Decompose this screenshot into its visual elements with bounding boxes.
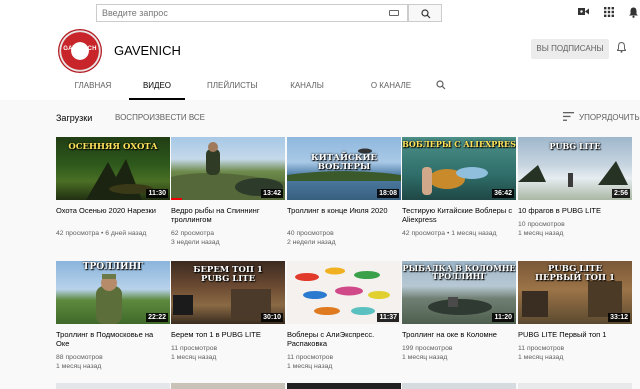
video-title[interactable]: Троллинг в конце Июля 2020	[287, 206, 399, 215]
search-icon	[421, 9, 431, 19]
search-button[interactable]	[408, 4, 442, 22]
video-meta: 62 просмотра	[171, 230, 215, 237]
video-duration: 36:42	[492, 189, 514, 198]
subscribed-button[interactable]: ВЫ ПОДПИСАНЫ	[531, 39, 609, 59]
top-bar	[0, 0, 640, 27]
tab-about[interactable]: О КАНАЛЕ	[366, 77, 416, 100]
search-box	[96, 4, 409, 22]
tab-playlists[interactable]: ПЛЕЙЛИСТЫ	[207, 77, 258, 100]
thumbnail-title-text: PUBG LITE ПЕРВЫЙ ТОП 1	[535, 264, 615, 283]
video-thumbnail[interactable]: 11:37	[287, 261, 401, 324]
apps-grid-icon[interactable]	[604, 7, 614, 17]
video-meta-date: 1 месяц назад	[56, 363, 102, 370]
video-title[interactable]: Охота Осенью 2020 Нарезки	[56, 206, 168, 215]
video-meta-date: 1 месяц назад	[518, 230, 564, 237]
video-meta: 10 просмотров	[518, 221, 565, 228]
video-thumbnail[interactable]: PUBG LITE ПЕРВЫЙ ТОП 1 33:12	[518, 261, 632, 324]
video-meta: 42 просмотра • 1 месяц назад	[402, 230, 497, 237]
video-thumbnail[interactable]: ТРОЛЛИНГ 22:22	[56, 261, 170, 324]
channel-name: GAVENICH	[114, 43, 181, 58]
video-duration: 11:37	[377, 313, 399, 322]
video-title[interactable]: Ведро рыбы на Спиннинг троллингом	[171, 206, 283, 224]
video-title[interactable]: Троллинг в Подмосковье на Оке	[56, 330, 168, 348]
video-meta-date: 1 месяц назад	[402, 354, 448, 361]
video-duration: 22:22	[146, 313, 168, 322]
keyboard-icon[interactable]	[389, 10, 399, 16]
video-title[interactable]: Берем топ 1 в PUBG LITE	[171, 330, 283, 339]
video-meta-date: 1 месяц назад	[518, 354, 564, 361]
video-camera-icon[interactable]	[578, 7, 589, 16]
tab-videos[interactable]: ВИДЕО	[129, 77, 185, 100]
video-thumbnail[interactable]: PUBG LITE 2:56	[518, 137, 632, 200]
video-meta: 11 просмотров	[518, 345, 565, 352]
uploads-label[interactable]: Загрузки	[56, 113, 92, 123]
video-meta: 88 просмотров	[56, 354, 103, 361]
video-duration: 2:56	[611, 189, 630, 198]
tab-home[interactable]: ГЛАВНАЯ	[74, 77, 112, 100]
video-thumbnail[interactable]: КИТАЙСКИЕ ВОБЛЕРЫ 18:08	[287, 137, 401, 200]
video-meta: 40 просмотров	[287, 230, 334, 237]
video-thumbnail[interactable]: ВОБЛЕРЫ С ALIEXPRES 36:42	[402, 137, 516, 200]
video-thumbnail[interactable]: РЫБАЛКА В КОЛОМНЕ ТРОЛЛИНГ 11:20	[402, 261, 516, 324]
tab-channels[interactable]: КАНАЛЫ	[290, 77, 324, 100]
avatar[interactable]: GAVENICH	[58, 29, 102, 73]
video-title[interactable]: Троллинг на оке в Коломне	[402, 330, 514, 339]
video-thumbnail-partial[interactable]	[402, 383, 516, 389]
search-input[interactable]	[97, 5, 409, 21]
video-meta-date: 1 месяц назад	[287, 363, 333, 370]
video-duration: 33:12	[608, 313, 630, 322]
video-thumbnail-partial[interactable]	[171, 383, 285, 389]
watched-progress-bar	[171, 198, 183, 200]
channel-search-icon[interactable]	[436, 80, 446, 90]
video-duration: 30:10	[261, 313, 283, 322]
video-title[interactable]: 10 фрагов в PUBG LITE	[518, 206, 630, 215]
bell-icon[interactable]	[629, 7, 638, 18]
video-meta: 11 просмотров	[171, 345, 218, 352]
play-all-button[interactable]: ВОСПРОИЗВЕСТИ ВСЕ	[115, 113, 205, 122]
thumbnail-title-text: ТРОЛЛИНГ	[82, 262, 144, 272]
video-meta-date: 2 недели назад	[287, 239, 336, 246]
video-thumbnail-partial[interactable]	[287, 383, 401, 389]
avatar-logo-text: GAVENICH	[63, 46, 97, 52]
video-meta: 199 просмотров	[402, 345, 453, 352]
video-title[interactable]: Воблеры с АлиЭкспресс. Распаковка	[287, 330, 399, 348]
video-duration: 11:30	[146, 189, 168, 198]
notification-bell-icon[interactable]	[617, 42, 626, 53]
thumbnail-title-text: PUBG LITE	[549, 141, 601, 151]
video-duration: 18:08	[377, 189, 399, 198]
thumbnail-title-text: БЕРЕМ ТОП 1 PUBG LITE	[193, 265, 263, 284]
video-title[interactable]: Тестирую Китайские Воблеры с Aliexpress	[402, 206, 514, 224]
sort-icon[interactable]	[563, 112, 574, 121]
thumbnail-title-text: РЫБАЛКА В КОЛОМНЕ ТРОЛЛИНГ	[402, 263, 516, 282]
thumbnail-title-text: КИТАЙСКИЕ ВОБЛЕРЫ	[310, 153, 378, 172]
video-duration: 11:20	[492, 313, 514, 322]
video-thumbnail-partial[interactable]	[56, 383, 170, 389]
video-title[interactable]: PUBG LITE Первый топ 1	[518, 330, 630, 339]
video-thumbnail[interactable]: 13:42	[171, 137, 285, 200]
channel-header: GAVENICH GAVENICH ВЫ ПОДПИСАНЫ ГЛАВНАЯ В…	[0, 27, 640, 100]
video-meta-date: 3 недели назад	[171, 239, 220, 246]
video-thumbnail-partial[interactable]	[518, 383, 632, 389]
video-meta: 42 просмотра • 6 дней назад	[56, 230, 147, 237]
video-thumbnail[interactable]: ОСЕННЯЯ ОХОТА 11:30	[56, 137, 170, 200]
video-meta: 11 просмотров	[287, 354, 334, 361]
thumbnail-title-text: ОСЕННЯЯ ОХОТА	[68, 142, 158, 152]
thumbnail-title-text: ВОБЛЕРЫ С ALIEXPRES	[402, 139, 516, 149]
video-thumbnail[interactable]: БЕРЕМ ТОП 1 PUBG LITE 30:10	[171, 261, 285, 324]
sort-button-label[interactable]: УПОРЯДОЧИТЬ	[579, 113, 640, 122]
video-duration: 13:42	[261, 189, 283, 198]
video-meta-date: 1 месяц назад	[171, 354, 217, 361]
